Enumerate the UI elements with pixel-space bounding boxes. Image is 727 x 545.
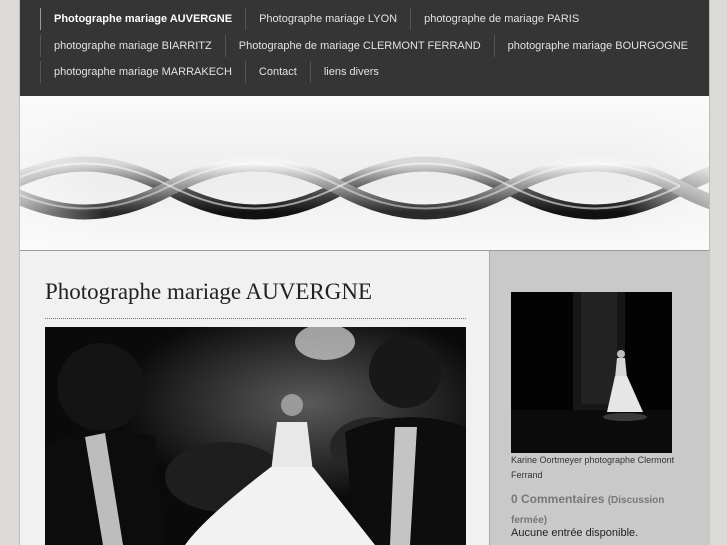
sidebar-bride-photo[interactable] (511, 292, 672, 453)
comments-summary: 0 Commentaires (Discussion fermée) (511, 490, 691, 530)
nav-item-bourgogne[interactable]: photographe mariage BOURGOGNE (493, 35, 701, 57)
nav-item-biarritz[interactable]: photographe mariage BIARRITZ (40, 35, 225, 57)
nav-item-clermont-ferrand[interactable]: Photographe de mariage CLERMONT FERRAND (224, 35, 494, 57)
wedding-photo (45, 327, 466, 545)
nav-item-marrakech[interactable]: photographe mariage MARRAKECH (40, 61, 245, 83)
nav-item-liens-divers[interactable]: liens divers (309, 61, 392, 83)
nav-row-1: Photographe mariage AUVERGNE Photographe… (40, 8, 592, 30)
nav-item-lyon[interactable]: Photographe mariage LYON (245, 8, 410, 30)
nav-row-2: photographe mariage BIARRITZ Photographe… (40, 35, 701, 57)
title-divider (45, 318, 466, 319)
no-entry-text: Aucune entrée disponible. (511, 527, 639, 539)
comments-count[interactable]: 0 Commentaires (511, 492, 604, 506)
main-content: Photographe mariage AUVERGNE (20, 251, 489, 545)
header-banner (20, 96, 709, 251)
nav-row-3: photographe mariage MARRAKECH Contact li… (40, 61, 392, 83)
sidebar-caption: Karine Oortmeyer photographe Clermont Fe… (511, 455, 675, 480)
nav-item-contact[interactable]: Contact (244, 61, 310, 83)
twisted-ribbon-graphic (20, 96, 709, 250)
nav-item-auvergne[interactable]: Photographe mariage AUVERGNE (40, 8, 245, 30)
page-frame: Photographe mariage AUVERGNE Photographe… (19, 0, 710, 545)
main-navigation: Photographe mariage AUVERGNE Photographe… (20, 0, 709, 96)
page-title: Photographe mariage AUVERGNE (45, 279, 373, 304)
sidebar: Karine Oortmeyer photographe Clermont Fe… (489, 251, 710, 545)
nav-item-paris[interactable]: photographe de mariage PARIS (410, 8, 592, 30)
